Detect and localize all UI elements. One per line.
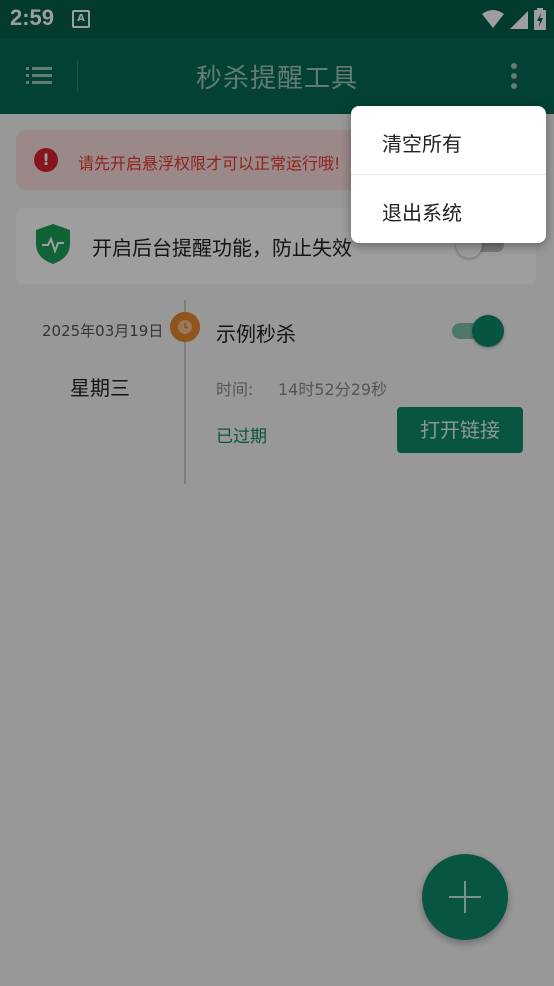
menu-item-exit[interactable]: 退出系统 — [351, 175, 546, 243]
menu-item-clear-all[interactable]: 清空所有 — [351, 106, 546, 174]
menu-item-label: 清空所有 — [382, 132, 462, 156]
overflow-menu: 清空所有 退出系统 — [351, 106, 546, 243]
menu-item-label: 退出系统 — [382, 201, 462, 225]
